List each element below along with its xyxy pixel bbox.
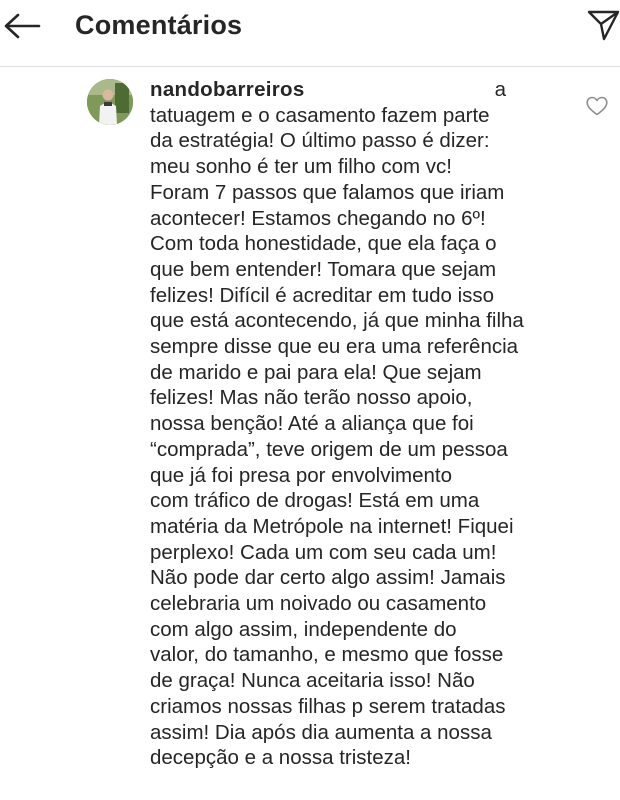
- back-button[interactable]: [0, 8, 44, 48]
- comment-line: assim! Dia após dia aumenta a nossa: [150, 720, 492, 744]
- comment-line: que está acontecendo, já que minha filha: [150, 309, 524, 333]
- comment-line: felizes! Difícil é acreditar em tudo iss…: [150, 283, 495, 307]
- comment-line: de graça! Nunca aceitaria isso! Não: [150, 669, 475, 693]
- comment-line: celebraria um noivado ou casamento: [150, 592, 487, 616]
- avatar[interactable]: [87, 79, 133, 125]
- comment-line: perplexo! Cada um com seu cada um!: [150, 540, 497, 564]
- comment-line: meu sonho é ter um filho com vc!: [150, 155, 452, 179]
- share-button[interactable]: [583, 6, 620, 48]
- paper-plane-icon: [586, 8, 620, 47]
- comment-line: a: [494, 78, 506, 101]
- comment-header-line: nandobarreiros a: [150, 77, 590, 103]
- comment-line: com algo assim, independente do: [150, 617, 457, 641]
- comment-line: Não pode dar certo algo assim! Jamais: [150, 566, 506, 590]
- comment-line: que já foi presa por envolvimento: [150, 463, 452, 487]
- comment-line: nossa benção! Até a aliança que foi: [150, 412, 474, 436]
- arrow-left-icon: [3, 13, 41, 44]
- comment-line: sempre disse que eu era uma referência: [150, 335, 519, 359]
- comment-text: nandobarreiros a tatuagem e o casamento f…: [150, 77, 590, 771]
- heart-outline-icon: [586, 96, 608, 121]
- comment-line: felizes! Mas não terão nosso apoio,: [150, 386, 473, 410]
- comment-username[interactable]: nandobarreiros: [150, 78, 305, 101]
- comment-line: criamos nossas filhas p serem tratadas: [150, 694, 506, 718]
- comment-line: “comprada”, teve origem de um pessoa: [150, 437, 508, 461]
- comment-line: da estratégia! O último passo é dizer:: [150, 129, 490, 153]
- like-button[interactable]: [586, 96, 608, 121]
- comment-item: nandobarreiros a tatuagem e o casamento f…: [0, 67, 620, 800]
- comment-line: matéria da Metrópole na internet! Fiquei: [150, 514, 514, 538]
- comment-line: Foram 7 passos que falamos que iriam: [150, 180, 505, 204]
- comment-line: Com toda honestidade, que ela faça o: [150, 232, 497, 256]
- comment-line: de marido e pai para ela! Que sejam: [150, 360, 482, 384]
- page-title: Comentários: [75, 10, 243, 40]
- comment-line: acontecer! Estamos chegando no 6º!: [150, 206, 486, 230]
- comments-screen: Comentários nandobarreiros a tatuagem e o…: [0, 0, 620, 800]
- top-bar: Comentários: [0, 0, 620, 67]
- comment-line: valor, do tamanho, e mesmo que fosse: [150, 643, 504, 667]
- comment-line: tatuagem e o casamento fazem parte: [150, 103, 490, 127]
- avatar-photo-icon: [87, 79, 133, 125]
- comment-line: com tráfico de drogas! Está em uma: [150, 489, 480, 513]
- comment-line: que bem entender! Tomara que sejam: [150, 257, 497, 281]
- comment-line: decepção e a nossa tristeza!: [150, 746, 411, 770]
